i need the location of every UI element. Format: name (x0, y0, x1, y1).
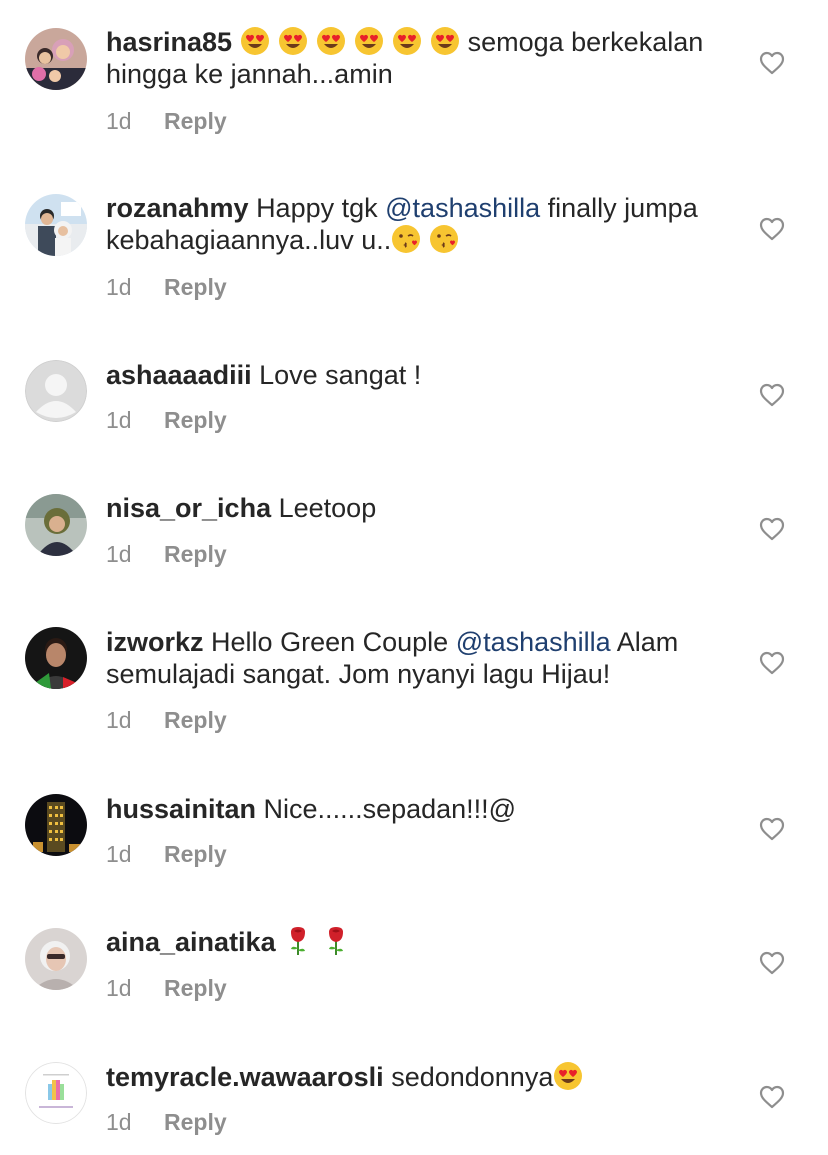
heart-eyes-emoji (278, 26, 308, 56)
comment-text: nisa_or_icha Leetoop (106, 492, 726, 524)
reply-button[interactable]: Reply (164, 108, 227, 134)
mention-link[interactable]: @tashashilla (385, 193, 540, 223)
comment-timestamp: 1d (106, 541, 132, 567)
comment-username[interactable]: hasrina85 (106, 27, 232, 57)
heart-eyes-emoji (430, 26, 460, 56)
comment-text: aina_ainatika (106, 926, 726, 958)
like-heart-icon[interactable] (759, 1085, 785, 1109)
comment-body: Hello Green Couple (211, 627, 456, 657)
reply-button[interactable]: Reply (164, 541, 227, 567)
family-photo-avatar[interactable] (25, 28, 87, 90)
like-heart-icon[interactable] (759, 817, 785, 841)
rose-emoji (283, 926, 313, 956)
comment-username[interactable]: rozanahmy (106, 193, 249, 223)
kissing-face-emoji (391, 224, 421, 254)
comment-username[interactable]: temyracle.wawaarosli (106, 1062, 384, 1092)
comment-username[interactable]: nisa_or_icha (106, 493, 271, 523)
like-heart-icon[interactable] (759, 951, 785, 975)
comment-body: Leetoop (278, 493, 377, 523)
heart-eyes-emoji (316, 26, 346, 56)
comment-username[interactable]: ashaaaadiii (106, 360, 252, 390)
reply-button[interactable]: Reply (164, 841, 227, 867)
heart-eyes-emoji (392, 26, 422, 56)
logo-avatar[interactable] (25, 1062, 87, 1124)
comment-username[interactable]: izworkz (106, 627, 204, 657)
comment-timestamp: 1d (106, 975, 132, 1001)
comment-meta: 1d Reply (106, 406, 227, 434)
reply-button[interactable]: Reply (164, 1109, 227, 1135)
comment-timestamp: 1d (106, 1109, 132, 1135)
kissing-face-emoji (429, 224, 459, 254)
comment-username[interactable]: aina_ainatika (106, 927, 276, 957)
man-portrait-avatar[interactable] (25, 627, 87, 689)
comment-timestamp: 1d (106, 274, 132, 300)
comment-body: Happy tgk (256, 193, 386, 223)
heart-eyes-emoji (240, 26, 270, 56)
comment-username[interactable]: hussainitan (106, 794, 256, 824)
comment-text: ashaaaadiii Love sangat ! (106, 359, 726, 391)
comment-timestamp: 1d (106, 841, 132, 867)
couple-photo-avatar[interactable] (25, 194, 87, 256)
night-building-avatar[interactable] (25, 794, 87, 856)
comment-timestamp: 1d (106, 108, 132, 134)
woman-portrait-avatar[interactable] (25, 928, 87, 990)
comment-body: Love sangat ! (259, 360, 422, 390)
like-heart-icon[interactable] (759, 383, 785, 407)
portrait-avatar[interactable] (25, 494, 87, 556)
comment-text: hasrina85 semoga berkekalan hingga ke ja… (106, 26, 726, 90)
comment-meta: 1d Reply (106, 107, 227, 135)
comment-meta: 1d Reply (106, 706, 227, 734)
comment-text: rozanahmy Happy tgk @tashashilla finally… (106, 192, 726, 256)
comment-meta: 1d Reply (106, 540, 227, 568)
comment-meta: 1d Reply (106, 840, 227, 868)
like-heart-icon[interactable] (759, 51, 785, 75)
reply-button[interactable]: Reply (164, 407, 227, 433)
reply-button[interactable]: Reply (164, 274, 227, 300)
default-user-avatar[interactable] (25, 360, 87, 422)
mention-link[interactable]: @tashashilla (456, 627, 611, 657)
rose-emoji (321, 926, 351, 956)
comment-text: hussainitan Nice......sepadan!!!@ (106, 793, 726, 825)
reply-button[interactable]: Reply (164, 975, 227, 1001)
comment-text: temyracle.wawaarosli sedondonnya (106, 1061, 726, 1093)
like-heart-icon[interactable] (759, 217, 785, 241)
comment-timestamp: 1d (106, 707, 132, 733)
heart-eyes-emoji (354, 26, 384, 56)
reply-button[interactable]: Reply (164, 707, 227, 733)
comment-meta: 1d Reply (106, 273, 227, 301)
heart-eyes-emoji (553, 1061, 583, 1091)
like-heart-icon[interactable] (759, 651, 785, 675)
comment-body: Nice......sepadan!!!@ (263, 794, 517, 824)
comment-body: sedondonnya (391, 1062, 554, 1092)
comment-timestamp: 1d (106, 407, 132, 433)
comment-meta: 1d Reply (106, 974, 227, 1002)
comment-meta: 1d Reply (106, 1108, 227, 1136)
comment-text: izworkz Hello Green Couple @tashashilla … (106, 626, 726, 690)
like-heart-icon[interactable] (759, 517, 785, 541)
